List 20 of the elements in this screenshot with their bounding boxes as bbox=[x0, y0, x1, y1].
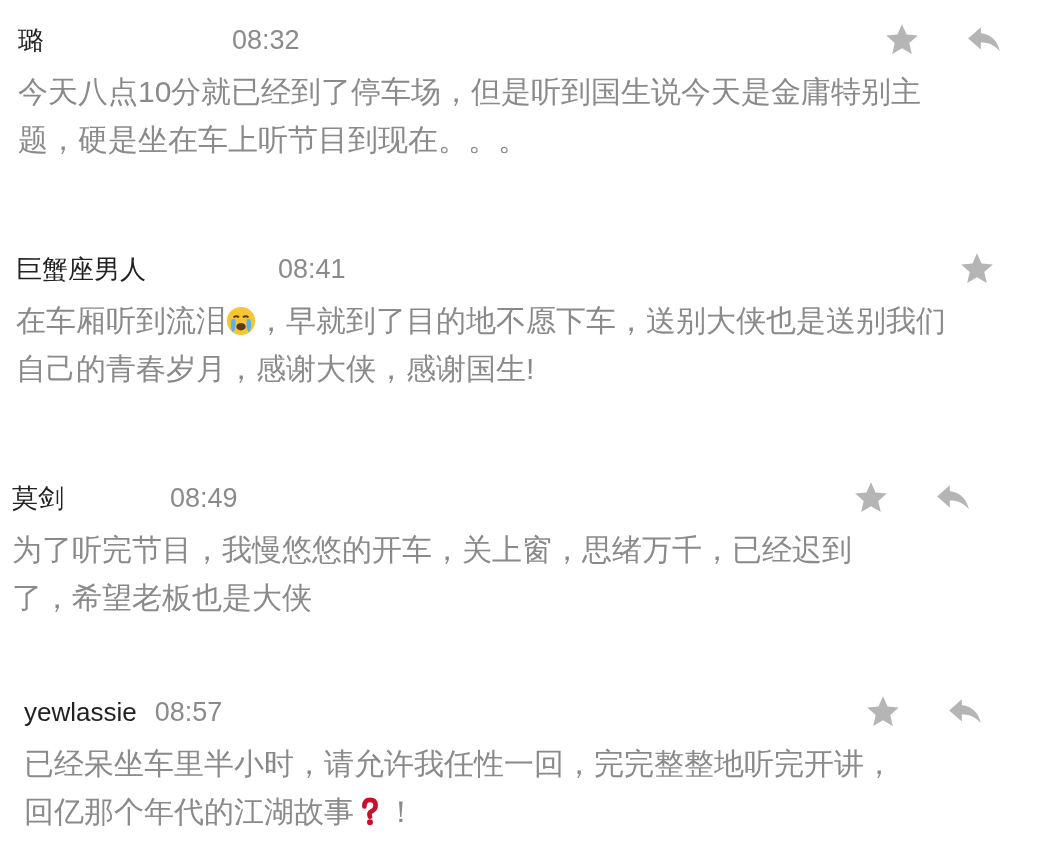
comment-text: 了，希望老板也是大侠 bbox=[12, 579, 312, 616]
username: yewlassie bbox=[24, 696, 137, 728]
username: 莫剑 bbox=[12, 481, 65, 515]
comment-text: ！ bbox=[386, 793, 416, 830]
comment-text: 已经呆坐车里半小时，请允许我任性一回，完完整整地听完开讲， bbox=[24, 745, 894, 782]
comment-text: 回亿那个年代的江湖故事 bbox=[24, 793, 354, 830]
timestamp: 08:57 bbox=[154, 696, 223, 728]
question-mark-icon bbox=[360, 797, 380, 827]
timestamp: 08:32 bbox=[232, 24, 300, 56]
comment-text: 题，硬是坐在车上听节目到现在。。。 bbox=[18, 121, 528, 158]
username: 巨蟹座男人 bbox=[16, 252, 147, 286]
comment-text: 在车厢听到流泪 bbox=[16, 302, 226, 339]
crying-face-icon bbox=[226, 306, 256, 336]
timestamp: 08:41 bbox=[278, 253, 346, 285]
username: 璐 bbox=[18, 23, 45, 57]
timestamp: 08:49 bbox=[170, 482, 238, 514]
comment-text: 今天八点10分就已经到了停车场，但是听到国生说今天是金庸特别主 bbox=[18, 73, 922, 110]
comment-text: 为了听完节目，我慢悠悠的开车，关上窗，思绪万千，已经迟到 bbox=[12, 531, 852, 568]
comment-text: ，早就到了目的地不愿下车，送别大侠也是送别我们 bbox=[256, 302, 946, 339]
comment-text: 自己的青春岁月，感谢大侠，感谢国生! bbox=[16, 350, 535, 387]
